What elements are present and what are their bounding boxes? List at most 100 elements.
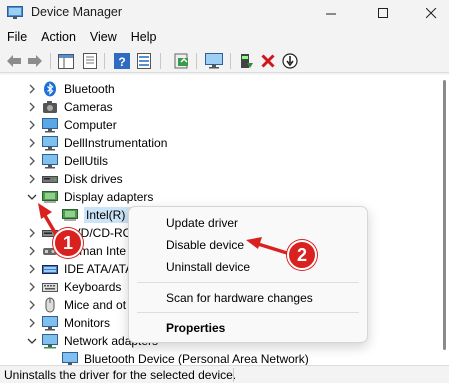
close-icon <box>425 7 436 18</box>
chevron-right-icon[interactable] <box>27 282 37 292</box>
chevron-right-icon[interactable] <box>27 120 37 130</box>
chevron-right-icon[interactable] <box>27 228 37 238</box>
status-separator <box>233 368 234 382</box>
properties-button[interactable] <box>80 51 100 71</box>
monitor-icon <box>205 53 223 69</box>
status-bar: Uninstalls the driver for the selected d… <box>0 365 449 383</box>
disable-button[interactable] <box>280 51 300 71</box>
forward-button[interactable] <box>25 51 45 71</box>
computer-icon <box>42 117 58 133</box>
close-button[interactable] <box>408 0 449 26</box>
menu-item-uninstall-device[interactable]: Uninstall device <box>129 256 367 278</box>
view-button[interactable] <box>134 51 154 71</box>
chevron-right-icon[interactable] <box>27 246 37 256</box>
annotation-badge-2: 2 <box>287 240 317 270</box>
menu-item-label: Disable device <box>166 238 245 252</box>
tree-item-label: Bluetooth Device (Personal Area Network) <box>84 352 309 365</box>
menu-item-disable-device[interactable]: Disable device <box>129 234 367 256</box>
device-manager-icon <box>7 6 23 19</box>
tree-category[interactable]: DellInstrumentation <box>0 134 449 152</box>
menu-item-scan-hardware[interactable]: Scan for hardware changes <box>129 287 367 309</box>
toolbar-separator <box>230 53 231 69</box>
tree-category[interactable]: Computer <box>0 116 449 134</box>
toolbar-separator <box>196 53 197 69</box>
toolbar-separator <box>160 53 161 69</box>
chevron-right-icon[interactable] <box>27 318 37 328</box>
display-adapter-icon <box>42 189 58 205</box>
scrollbar-thumb[interactable] <box>443 80 446 350</box>
scan-hardware-button[interactable] <box>172 51 192 71</box>
tree-category[interactable]: Disk drives <box>0 170 449 188</box>
menu-action[interactable]: Action <box>34 27 83 47</box>
uninstall-icon <box>261 54 275 68</box>
chevron-right-icon[interactable] <box>27 300 37 310</box>
tree-item-label: Computer <box>64 118 117 132</box>
tree-child-item[interactable]: Bluetooth Device (Personal Area Network) <box>0 350 449 365</box>
menu-separator <box>137 312 359 313</box>
tree-category[interactable]: Display adapters <box>0 188 449 206</box>
properties-icon <box>83 53 97 69</box>
svg-text:?: ? <box>118 55 125 69</box>
toolbar: ? <box>0 49 449 73</box>
chevron-right-icon[interactable] <box>27 264 37 274</box>
menu-bar: File Action View Help <box>0 27 449 47</box>
network-icon <box>42 333 58 349</box>
menu-separator <box>137 282 359 283</box>
chevron-down-icon[interactable] <box>27 336 37 346</box>
ide-icon <box>42 261 58 277</box>
menu-item-label: Update driver <box>166 216 239 230</box>
view-list-icon <box>137 53 151 69</box>
chevron-down-icon[interactable] <box>27 192 37 202</box>
chevron-right-icon[interactable] <box>27 174 37 184</box>
tree-category[interactable]: Bluetooth <box>0 80 449 98</box>
tree-item-label: IDE ATA/ATA <box>64 262 134 276</box>
update-driver-button[interactable] <box>236 51 256 71</box>
tree-item-label: Bluetooth <box>64 82 115 96</box>
menu-item-update-driver[interactable]: Update driver <box>129 212 367 234</box>
menu-help[interactable]: Help <box>124 27 164 47</box>
camera-icon <box>42 99 58 115</box>
tree-item-label: Keyboards <box>64 280 122 294</box>
toolbar-separator <box>104 53 105 69</box>
chevron-right-icon[interactable] <box>27 156 37 166</box>
minimize-icon <box>325 13 336 14</box>
menu-file[interactable]: File <box>0 27 34 47</box>
show-hide-tree-icon <box>58 53 74 69</box>
tree-item-label: Monitors <box>64 316 111 330</box>
display-adapter-icon <box>62 207 78 223</box>
mouse-icon <box>42 297 58 313</box>
uninstall-button[interactable] <box>258 51 278 71</box>
menu-item-label: Scan for hardware changes <box>166 291 313 305</box>
tree-category[interactable]: Cameras <box>0 98 449 116</box>
maximize-button[interactable] <box>360 0 406 26</box>
show-hide-tree-button[interactable] <box>56 51 76 71</box>
tree-category[interactable]: DellUtils <box>0 152 449 170</box>
monitor-icon <box>42 135 58 151</box>
bluetooth-icon <box>42 81 58 97</box>
tree-item-label: DellUtils <box>64 154 109 168</box>
status-text: Uninstalls the driver for the selected d… <box>4 368 237 382</box>
back-button[interactable] <box>4 51 24 71</box>
tree-item-label: DellInstrumentation <box>64 136 168 150</box>
help-button[interactable]: ? <box>112 51 132 71</box>
menu-item-properties[interactable]: Properties <box>129 317 367 339</box>
minimize-button[interactable] <box>308 0 354 26</box>
menu-view[interactable]: View <box>83 27 124 47</box>
monitor-button[interactable] <box>204 51 224 71</box>
toolbar-separator <box>50 53 51 69</box>
keyboard-icon <box>42 279 58 295</box>
help-icon: ? <box>114 53 130 69</box>
menu-item-label: Uninstall device <box>166 260 251 274</box>
disable-icon <box>282 53 298 69</box>
tree-item-label: Cameras <box>64 100 113 114</box>
monitor-icon <box>42 153 58 169</box>
chevron-right-icon[interactable] <box>27 102 37 112</box>
chevron-right-icon[interactable] <box>27 138 37 148</box>
forward-icon <box>28 55 42 67</box>
menu-item-label: Properties <box>166 321 226 335</box>
tree-item-label: Mice and ot <box>64 298 127 312</box>
maximize-icon <box>377 7 388 18</box>
tree-item-label: Display adapters <box>64 190 154 204</box>
context-menu: Update driver Disable device Uninstall d… <box>128 206 368 343</box>
chevron-right-icon[interactable] <box>27 84 37 94</box>
